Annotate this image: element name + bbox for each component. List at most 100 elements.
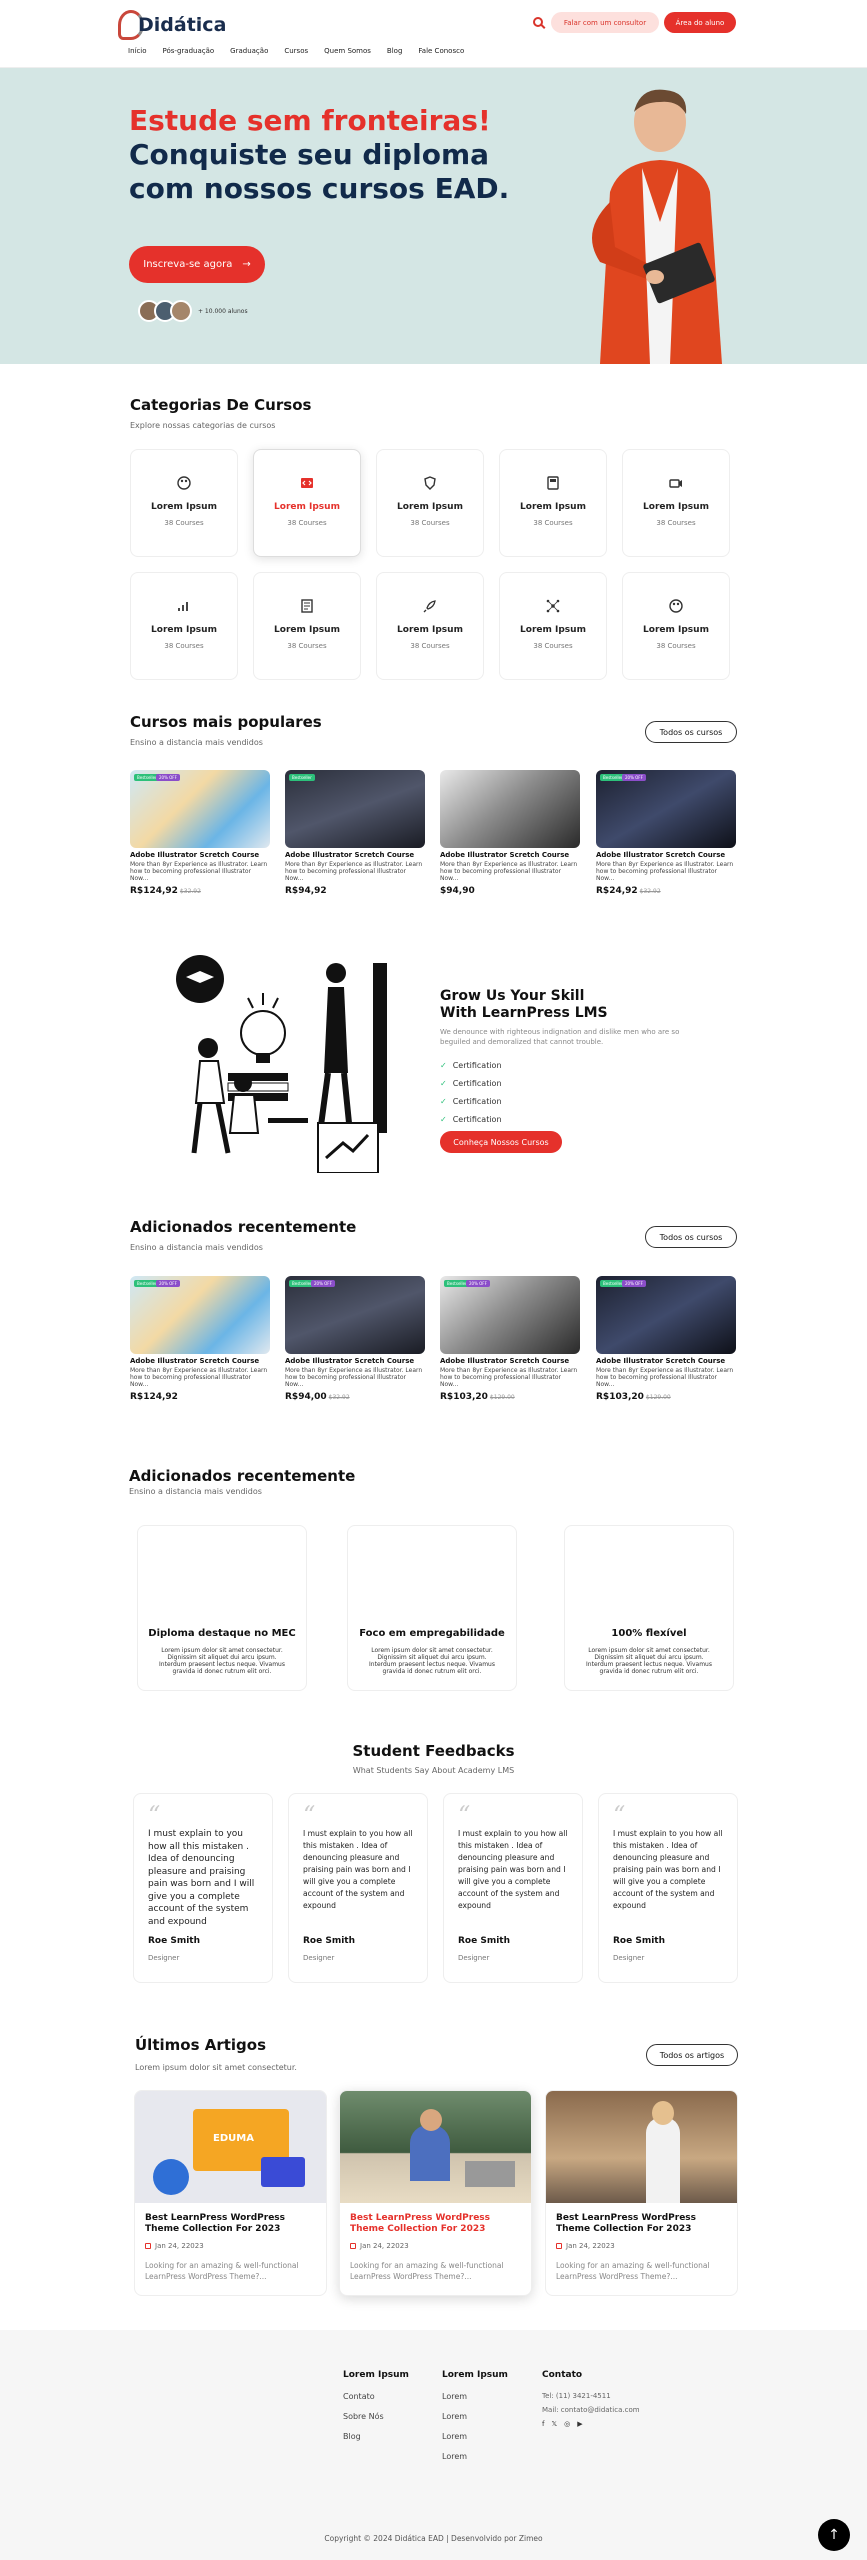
course-desc: More than 8yr Experience as Illustrator.… xyxy=(285,1367,423,1388)
course-card[interactable]: Adobe Illustrator Scretch Course More th… xyxy=(440,770,580,896)
category-card[interactable]: Lorem Ipsum 38 Courses xyxy=(253,449,361,557)
footer-link-blog[interactable]: Blog xyxy=(343,2432,409,2441)
nav-item-blog[interactable]: Blog xyxy=(387,47,402,55)
nav-item-quem-somos[interactable]: Quem Somos xyxy=(324,47,371,55)
student-avatars: + 10.000 alunos xyxy=(138,300,248,322)
footer-contact: Contato Tel: (11) 3421-4511 Mail: contat… xyxy=(542,2370,640,2428)
nav-item-fale-conosco[interactable]: Fale Conosco xyxy=(418,47,464,55)
document-icon xyxy=(301,599,313,613)
old-price: $129.00 xyxy=(645,1394,671,1401)
testimonial-name: Roe Smith xyxy=(303,1936,356,1946)
course-card[interactable]: Bestseller 20% OFF Adobe Illustrator Scr… xyxy=(285,1276,425,1402)
article-card[interactable]: Best LearnPress WordPress Theme Collecti… xyxy=(339,2090,532,2296)
list-item: ✓ Certification xyxy=(440,1114,502,1124)
back-to-top-button[interactable]: ↑ xyxy=(818,2519,850,2551)
facebook-icon[interactable]: f xyxy=(542,2420,544,2428)
footer-link[interactable]: Lorem xyxy=(442,2392,508,2401)
category-card[interactable]: Lorem Ipsum 38 Courses xyxy=(130,572,238,680)
feature-title: Foco em empregabilidade xyxy=(359,1628,505,1639)
course-price: R$24,92 $32.92 xyxy=(596,886,661,896)
article-date: Jan 24, 22023 xyxy=(350,2242,521,2250)
footer-link[interactable]: Lorem xyxy=(442,2432,508,2441)
course-desc: More than 8yr Experience as Illustrator.… xyxy=(596,861,734,882)
categories-subtitle: Explore nossas categorias de cursos xyxy=(130,421,276,430)
article-title: Best LearnPress WordPress Theme Collecti… xyxy=(556,2213,697,2234)
course-image: Bestseller 20% OFF xyxy=(130,770,270,848)
category-card[interactable]: Lorem Ipsum 38 Courses xyxy=(499,449,607,557)
testimonial-role: Designer xyxy=(303,1954,335,1962)
testimonial-name: Roe Smith xyxy=(458,1936,511,1946)
category-card[interactable]: Lorem Ipsum 38 Courses xyxy=(499,572,607,680)
category-card[interactable]: Lorem Ipsum 38 Courses xyxy=(253,572,361,680)
category-card[interactable]: Lorem Ipsum 38 Courses xyxy=(130,449,238,557)
course-image: Bestseller 20% OFF xyxy=(596,770,736,848)
feature-card: Diploma destaque no MEC Lorem ipsum dolo… xyxy=(137,1525,307,1691)
nav-item-inicio[interactable]: Início xyxy=(128,47,147,55)
calendar-icon xyxy=(145,2243,151,2249)
search-icon[interactable] xyxy=(533,17,543,27)
enroll-button[interactable]: Inscreva-se agora → xyxy=(129,246,265,283)
category-card[interactable]: Lorem Ipsum 38 Courses xyxy=(376,572,484,680)
article-card[interactable]: EDUMA Best LearnPress WordPress Theme Co… xyxy=(134,2090,327,2296)
nav-item-cursos[interactable]: Cursos xyxy=(284,47,308,55)
instagram-icon[interactable]: ◎ xyxy=(564,2420,570,2428)
youtube-icon[interactable]: ▶ xyxy=(577,2420,582,2428)
x-icon[interactable]: 𝕏 xyxy=(551,2420,557,2428)
course-card[interactable]: Bestseller 20% OFF Adobe Illustrator Scr… xyxy=(596,770,736,896)
all-courses-button[interactable]: Todos os cursos xyxy=(645,721,737,743)
category-count: 38 Courses xyxy=(533,642,573,650)
nav-item-pos-graduacao[interactable]: Pós-graduação xyxy=(163,47,215,55)
category-card[interactable]: Lorem Ipsum 38 Courses xyxy=(622,449,730,557)
old-price: $32.92 xyxy=(639,888,661,895)
grow-checklist: ✓ Certification ✓ Certification ✓ Certifica… xyxy=(440,1056,502,1128)
category-card[interactable]: Lorem Ipsum 38 Courses xyxy=(622,572,730,680)
copyright: Copyright © 2024 Didática EAD | Desenvol… xyxy=(324,2534,543,2543)
course-card[interactable]: Bestseller 20% OFF Adobe Illustrator Scr… xyxy=(596,1276,736,1402)
list-item: ✓ Certification xyxy=(440,1060,502,1070)
testimonial-role: Designer xyxy=(148,1954,180,1962)
course-card[interactable]: Bestseller 20% OFF Adobe Illustrator Scr… xyxy=(130,1276,270,1402)
course-card[interactable]: Bestseller 20% OFF Adobe Illustrator Scr… xyxy=(440,1276,580,1402)
course-title: Adobe Illustrator Scretch Course xyxy=(440,851,570,859)
footer-link-contato[interactable]: Contato xyxy=(343,2392,409,2401)
article-excerpt: Looking for an amazing & well-functional… xyxy=(556,2261,710,2281)
discount-badge: 20% OFF xyxy=(156,774,180,781)
course-title: Adobe Illustrator Scretch Course xyxy=(285,851,415,859)
all-articles-button[interactable]: Todos os artigos xyxy=(646,2044,738,2066)
calendar-icon xyxy=(350,2243,356,2249)
logo[interactable]: Didática xyxy=(118,10,226,40)
footer-link[interactable]: Lorem xyxy=(442,2452,508,2461)
course-card[interactable]: Bestseller 20% OFF Adobe Illustrator Scr… xyxy=(130,770,270,896)
grow-heading-line-1: Grow Us Your Skill xyxy=(440,988,585,1004)
testimonial-role: Designer xyxy=(458,1954,490,1962)
category-name: Lorem Ipsum xyxy=(397,502,463,512)
footer-column: Lorem Ipsum Contato Sobre Nós Blog xyxy=(343,2370,409,2452)
consultor-button[interactable]: Falar com um consultor xyxy=(551,12,659,33)
logo-text: Didática xyxy=(138,14,227,36)
category-name: Lorem Ipsum xyxy=(520,502,586,512)
discount-badge: 20% OFF xyxy=(622,774,646,781)
student-area-button[interactable]: Área do aluno xyxy=(664,12,736,33)
testimonial-role: Designer xyxy=(613,1954,645,1962)
all-courses-button[interactable]: Todos os cursos xyxy=(645,1226,737,1248)
category-card[interactable]: Lorem Ipsum 38 Courses xyxy=(376,449,484,557)
category-count: 38 Courses xyxy=(656,519,696,527)
footer-link[interactable]: Lorem xyxy=(442,2412,508,2421)
check-icon: ✓ xyxy=(440,1114,447,1124)
course-price: R$103,20 $129.00 xyxy=(596,1392,671,1402)
course-card[interactable]: Bestseller Adobe Illustrator Scretch Cou… xyxy=(285,770,425,896)
know-courses-button[interactable]: Conheça Nossos Cursos xyxy=(440,1131,562,1153)
category-name: Lorem Ipsum xyxy=(520,625,586,635)
calculator-icon xyxy=(547,476,559,490)
network-icon xyxy=(546,599,560,613)
course-desc: More than 8yr Experience as Illustrator.… xyxy=(440,861,578,882)
learning-illustration xyxy=(176,955,387,1173)
eduma-label: EDUMA xyxy=(213,2133,254,2144)
footer-link-sobre[interactable]: Sobre Nós xyxy=(343,2412,409,2421)
quote-icon: “ xyxy=(303,1801,316,1829)
article-title: Best LearnPress WordPress Theme Collecti… xyxy=(145,2213,286,2234)
course-desc: More than 8yr Experience as Illustrator.… xyxy=(130,1367,268,1388)
header: Didática Início Pós-graduação Graduação … xyxy=(0,0,867,68)
nav-item-graduacao[interactable]: Graduação xyxy=(230,47,268,55)
article-card[interactable]: Best LearnPress WordPress Theme Collecti… xyxy=(545,2090,738,2296)
